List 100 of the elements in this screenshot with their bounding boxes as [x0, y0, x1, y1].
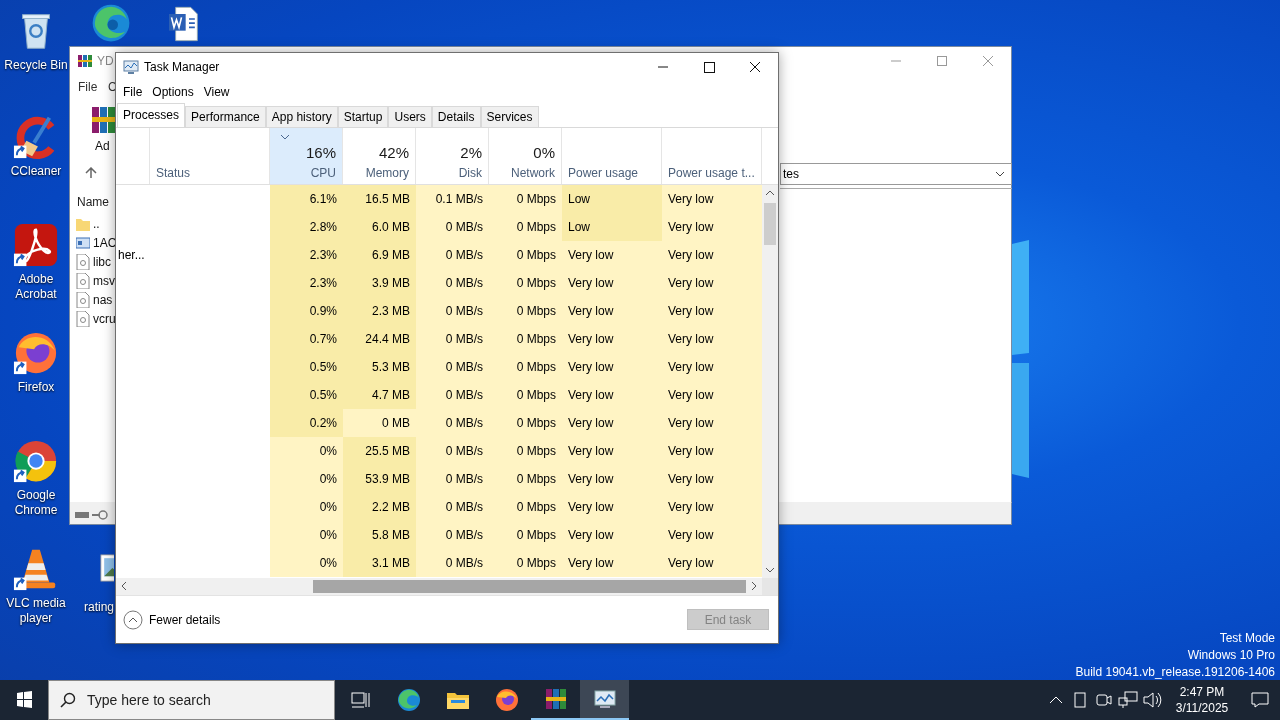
menu-item[interactable]: File: [118, 85, 148, 99]
column-header[interactable]: Power usage t...: [662, 128, 762, 184]
table-cell: 3.1 MB: [343, 549, 416, 577]
tab[interactable]: Services: [480, 106, 539, 127]
toolbar-button[interactable]: Ad: [95, 139, 110, 153]
table-cell: 0 Mbps: [489, 409, 562, 437]
table-cell: 0 Mbps: [489, 465, 562, 493]
table-cell: Very low: [562, 325, 662, 353]
table-cell: 0 MB/s: [416, 381, 489, 409]
column-header[interactable]: Name: [77, 195, 109, 209]
column-header[interactable]: 2% Disk: [416, 128, 489, 184]
table-cell: 0.5%: [270, 381, 343, 409]
table-cell: 53.9 MB: [343, 465, 416, 493]
table-cell: Very low: [662, 465, 762, 493]
table-cell: Low: [562, 185, 662, 213]
clock[interactable]: 2:47 PM 3/11/2025: [1164, 680, 1240, 720]
table-cell: Very low: [662, 325, 762, 353]
system-notice-text: Build 19041.vb_release.191206-1406: [1075, 664, 1275, 681]
table-cell: 0 Mbps: [489, 325, 562, 353]
tab[interactable]: Users: [388, 106, 432, 127]
search-field[interactable]: Type here to search: [48, 680, 335, 720]
table-cell: Very low: [662, 437, 762, 465]
table-cell: 0.5%: [270, 353, 343, 381]
table-cell: 0 MB/s: [416, 549, 489, 577]
table-cell: 3.9 MB: [343, 269, 416, 297]
table-cell: Very low: [662, 549, 762, 577]
table-cell: Very low: [562, 381, 662, 409]
tab[interactable]: Startup: [337, 106, 389, 127]
menu-item[interactable]: File: [78, 80, 98, 94]
file-name[interactable]: ..: [93, 217, 100, 231]
table-cell: 0 Mbps: [489, 549, 562, 577]
table-cell: 0 MB/s: [416, 437, 489, 465]
table-cell: Very low: [662, 353, 762, 381]
file-name[interactable]: libc: [93, 255, 111, 269]
table-cell: 0 MB/s: [416, 409, 489, 437]
menu-item[interactable]: Options: [147, 85, 199, 99]
table-cell: 2.3 MB: [343, 297, 416, 325]
tab[interactable]: Processes: [117, 103, 186, 127]
table-cell: 0%: [270, 493, 343, 521]
table-cell: 0 MB/s: [416, 493, 489, 521]
menu-item[interactable]: View: [198, 85, 235, 99]
table-cell: Very low: [662, 269, 762, 297]
table-cell: 0 MB/s: [416, 353, 489, 381]
table-cell: Very low: [662, 185, 762, 213]
address-dropdown[interactable]: tes: [780, 163, 1012, 185]
table-cell: 4.7 MB: [343, 381, 416, 409]
column-header[interactable]: 42% Memory: [343, 128, 416, 184]
icon-label[interactable]: VLC media player: [0, 596, 72, 626]
table-cell: Very low: [562, 241, 662, 269]
table-cell: 0 Mbps: [489, 521, 562, 549]
window-title: YD: [97, 54, 114, 68]
file-name[interactable]: msv: [93, 274, 115, 288]
tab[interactable]: Details: [431, 106, 481, 127]
tab[interactable]: App history: [265, 106, 338, 127]
table-cell: 0.7%: [270, 325, 343, 353]
table-cell: 0%: [270, 521, 343, 549]
column-header[interactable]: 16% CPU: [270, 128, 343, 184]
file-name[interactable]: vcru: [93, 312, 116, 326]
table-cell: 0 MB/s: [416, 465, 489, 493]
table-cell: 0 Mbps: [489, 185, 562, 213]
table-cell: Very low: [662, 381, 762, 409]
table-cell: 0 MB/s: [416, 325, 489, 353]
window-title: Task Manager: [144, 60, 220, 74]
table-cell: Very low: [562, 409, 662, 437]
fewer-details-button[interactable]: Fewer details: [123, 609, 221, 630]
table-cell: 0 Mbps: [489, 241, 562, 269]
table-cell: 0 Mbps: [489, 353, 562, 381]
table-cell: Very low: [662, 409, 762, 437]
table-cell: Very low: [562, 297, 662, 325]
icon-label[interactable]: rating: [83, 600, 114, 615]
tab[interactable]: Performance: [185, 106, 266, 127]
table-cell: Very low: [662, 241, 762, 269]
table-cell: 0 MB: [343, 409, 416, 437]
system-notice-text: Windows 10 Pro: [1187, 647, 1275, 664]
table-cell: Very low: [662, 521, 762, 549]
column-header[interactable]: Power usage: [562, 128, 662, 184]
icon-label[interactable]: Adobe Acrobat: [0, 272, 72, 302]
file-name[interactable]: nas: [93, 293, 113, 307]
icon-label[interactable]: Firefox: [17, 380, 55, 395]
table-cell: 0 MB/s: [416, 241, 489, 269]
table-cell: 2.3%: [270, 269, 343, 297]
table-cell: Very low: [662, 213, 762, 241]
file-name[interactable]: 1AC: [93, 236, 117, 250]
column-header[interactable]: 0% Network: [489, 128, 562, 184]
table-cell: 0 Mbps: [489, 297, 562, 325]
table-cell: 16.5 MB: [343, 185, 416, 213]
table-cell: Very low: [562, 437, 662, 465]
icon-label[interactable]: Google Chrome: [0, 488, 72, 518]
table-cell: 0 Mbps: [489, 269, 562, 297]
table-cell: Very low: [662, 493, 762, 521]
icon-label[interactable]: CCleaner: [10, 164, 62, 179]
table-cell: 0.1 MB/s: [416, 185, 489, 213]
table-cell: Very low: [562, 465, 662, 493]
icon-label[interactable]: Recycle Bin: [4, 58, 68, 73]
table-cell: Very low: [562, 493, 662, 521]
table-cell: Very low: [562, 521, 662, 549]
table-cell: 5.8 MB: [343, 521, 416, 549]
table-cell: 24.4 MB: [343, 325, 416, 353]
table-cell: 2.3%: [270, 241, 343, 269]
table-cell: 0%: [270, 437, 343, 465]
